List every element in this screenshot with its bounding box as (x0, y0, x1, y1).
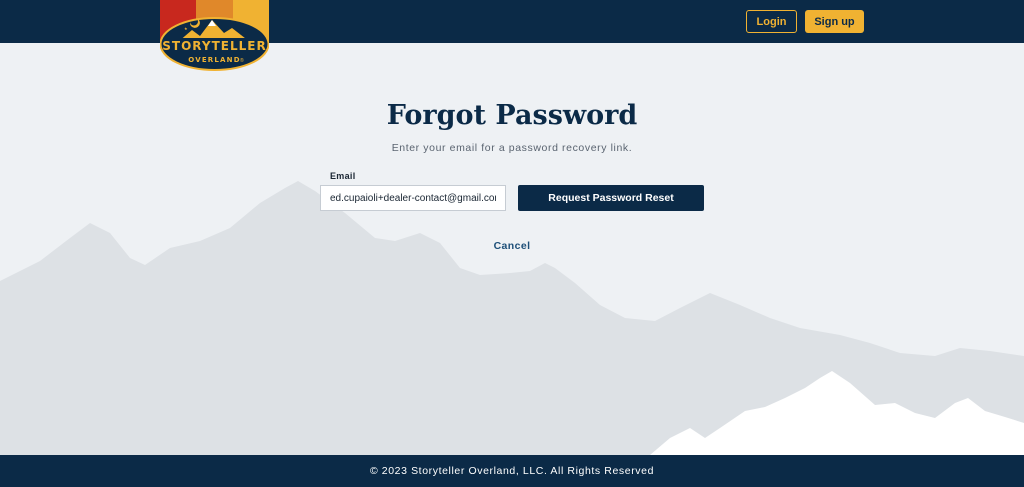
login-button[interactable]: Login (746, 10, 797, 33)
site-footer: © 2023 Storyteller Overland, LLC. All Ri… (0, 455, 1024, 487)
email-label: Email (330, 171, 356, 181)
logo-registered-mark: ® (240, 57, 244, 64)
forgot-password-panel: Forgot Password Enter your email for a p… (0, 43, 1024, 455)
signup-button[interactable]: Sign up (805, 10, 864, 33)
storyteller-overland-logo[interactable]: ★ ★ STORYTELLER OVERLAND ® (160, 0, 269, 72)
page-title: Forgot Password (386, 100, 638, 131)
svg-text:★: ★ (184, 26, 188, 31)
logo-wordmark: STORYTELLER (162, 39, 266, 53)
svg-text:★: ★ (241, 17, 246, 24)
logo-subwordmark: OVERLAND (188, 56, 241, 64)
site-header: Login Sign up (0, 0, 1024, 43)
email-field[interactable] (320, 185, 506, 211)
cancel-link[interactable]: Cancel (0, 240, 1024, 252)
footer-copyright: © 2023 Storyteller Overland, LLC. All Ri… (369, 465, 655, 477)
request-password-reset-button[interactable]: Request Password Reset (518, 185, 704, 211)
page-subtitle: Enter your email for a password recovery… (391, 142, 633, 154)
